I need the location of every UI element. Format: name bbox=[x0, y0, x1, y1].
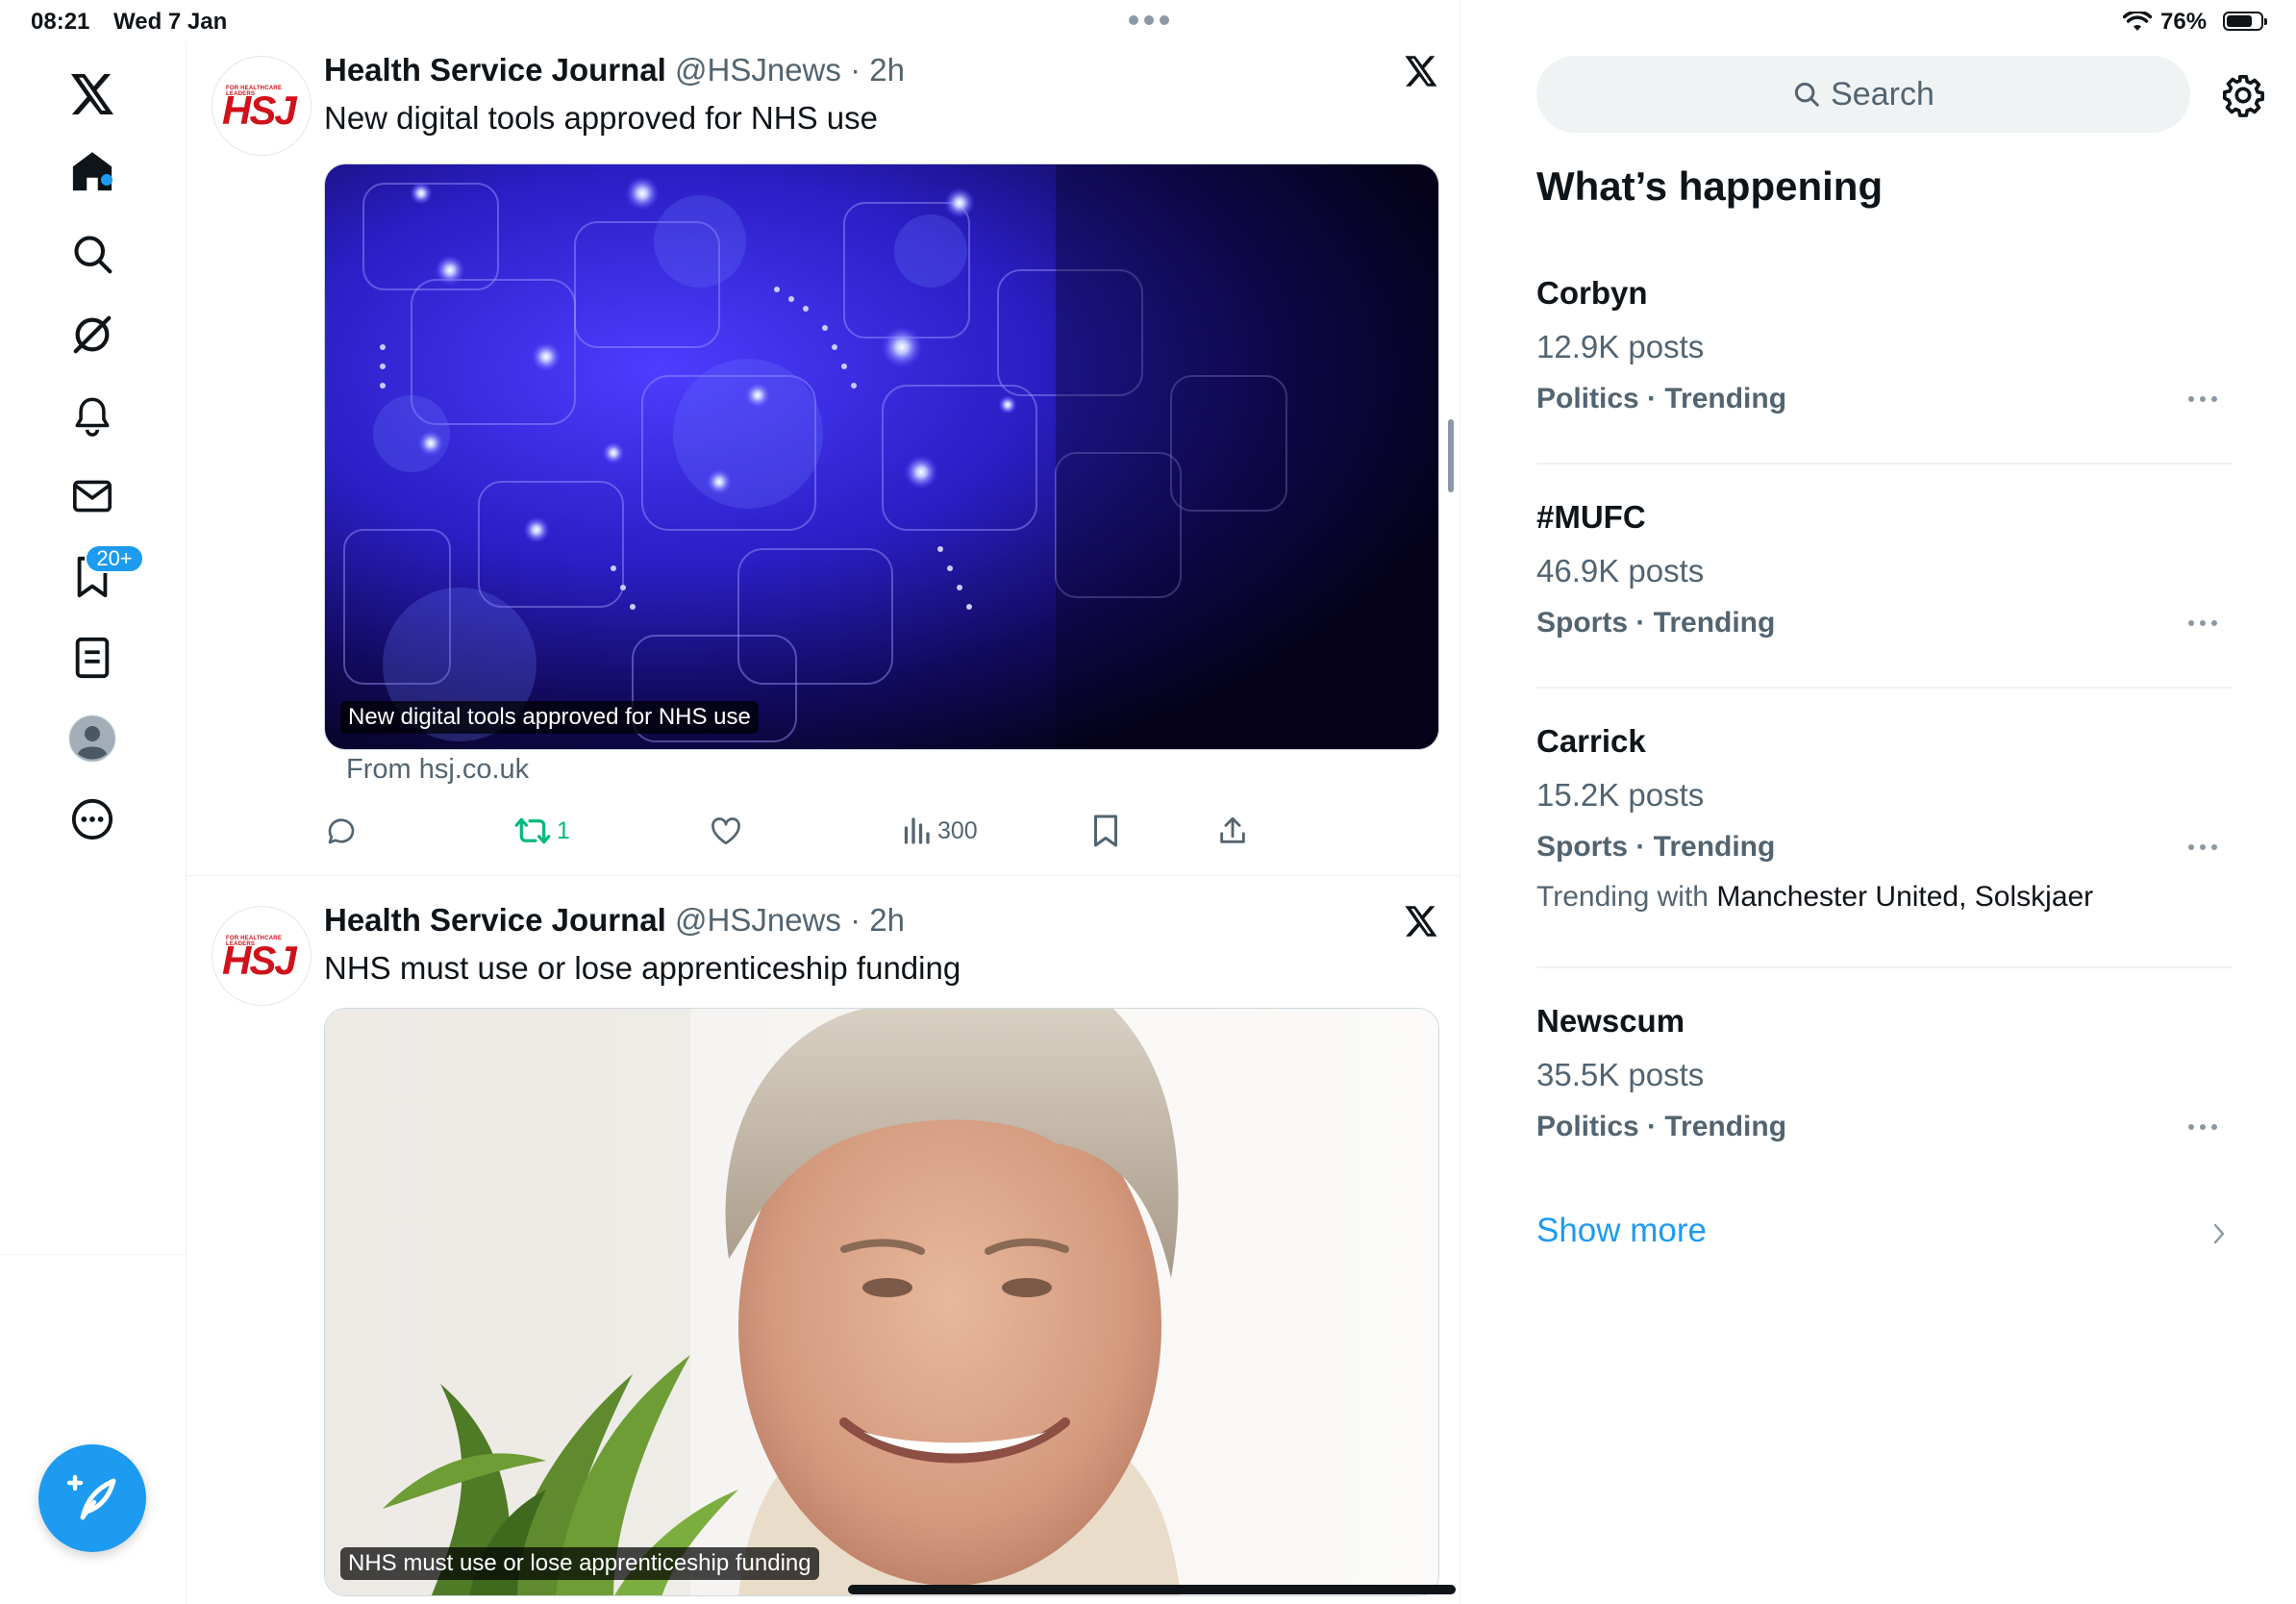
battery-fill bbox=[2227, 15, 2252, 27]
heart-icon bbox=[711, 817, 740, 845]
messages-envelope-icon[interactable] bbox=[63, 467, 121, 525]
trend-name: #MUFC bbox=[1536, 499, 1646, 535]
author-handle[interactable]: @HSJnews bbox=[675, 902, 841, 938]
x-logo-icon[interactable] bbox=[63, 65, 121, 123]
repost-button[interactable]: 1 bbox=[514, 812, 570, 850]
post-text: New digital tools approved for NHS use bbox=[324, 100, 878, 136]
trending-with: Trending with Manchester United, Solskja… bbox=[1536, 881, 2094, 913]
repost-count: 1 bbox=[557, 816, 570, 844]
profile-avatar-icon[interactable] bbox=[63, 710, 121, 767]
notifications-badge: 20+ bbox=[85, 544, 144, 573]
trend-name: Newscum bbox=[1536, 1003, 1685, 1039]
author-avatar[interactable]: FOR HEALTHCARE LEADERS HSJ bbox=[212, 906, 312, 1006]
search-icon bbox=[1795, 82, 1819, 107]
trend-divider bbox=[1536, 687, 2233, 689]
home-indicator[interactable] bbox=[848, 1585, 1456, 1594]
hsj-logo: HSJ bbox=[222, 88, 297, 133]
link-source[interactable]: From hsj.co.uk bbox=[346, 754, 529, 786]
bookmark-icon bbox=[1094, 815, 1117, 847]
battery-percent: 76% bbox=[2160, 9, 2208, 35]
nav-divider bbox=[0, 1254, 186, 1255]
share-button[interactable] bbox=[1216, 812, 1249, 850]
x-source-icon[interactable] bbox=[1404, 54, 1438, 88]
repost-icon bbox=[514, 817, 551, 844]
post-header: Health Service Journal @HSJnews · 2h bbox=[324, 902, 905, 938]
author-name[interactable]: Health Service Journal bbox=[324, 902, 666, 938]
post-card[interactable]: FOR HEALTHCARE LEADERS HSJ Health Servic… bbox=[187, 27, 1460, 847]
author-name[interactable]: Health Service Journal bbox=[324, 52, 666, 88]
left-nav bbox=[0, 42, 187, 1254]
author-avatar[interactable]: FOR HEALTHCARE LEADERS HSJ bbox=[212, 56, 312, 156]
reply-button[interactable] bbox=[324, 812, 359, 850]
post-card[interactable]: FOR HEALTHCARE LEADERS HSJ Health Servic… bbox=[187, 877, 1460, 1604]
post-media-image[interactable]: NHS must use or lose apprenticeship fund… bbox=[324, 1008, 1439, 1596]
trend-divider bbox=[1536, 966, 2233, 968]
multitasking-dots-icon[interactable] bbox=[1127, 13, 1171, 27]
post-divider bbox=[187, 875, 1460, 876]
more-options-icon[interactable] bbox=[63, 790, 121, 848]
post-text: NHS must use or lose apprenticeship fund… bbox=[324, 950, 961, 986]
trend-more-icon[interactable] bbox=[2186, 842, 2219, 852]
post-age[interactable]: 2h bbox=[869, 902, 905, 938]
media-caption: New digital tools approved for NHS use bbox=[340, 701, 759, 734]
trend-more-icon[interactable] bbox=[2186, 1122, 2219, 1132]
chevron-right-icon[interactable] bbox=[2211, 1221, 2227, 1246]
author-handle[interactable]: @HSJnews bbox=[675, 52, 841, 88]
trend-post-count: 15.2K posts bbox=[1536, 777, 1705, 813]
settings-gear-icon[interactable] bbox=[2221, 73, 2265, 117]
search-input[interactable]: Search bbox=[1536, 56, 2190, 133]
search-placeholder: Search bbox=[1831, 75, 1934, 113]
reply-icon bbox=[328, 818, 355, 844]
share-icon bbox=[1220, 816, 1245, 843]
portrait-photo bbox=[325, 1009, 1438, 1595]
post-header: Health Service Journal @HSJnews · 2h bbox=[324, 52, 905, 88]
trend-more-icon[interactable] bbox=[2186, 618, 2219, 628]
trending-with-topics[interactable]: Manchester United, Solskjaer bbox=[1716, 881, 2093, 913]
digital-circuit-image bbox=[325, 164, 1438, 749]
views-count: 300 bbox=[937, 816, 978, 844]
hsj-logo: HSJ bbox=[222, 938, 297, 983]
home-icon[interactable] bbox=[63, 142, 121, 200]
post-actions: 1 300 bbox=[324, 812, 1439, 850]
compose-post-button[interactable] bbox=[38, 1444, 146, 1552]
status-time: 08:21 bbox=[31, 9, 90, 35]
show-more-link[interactable]: Show more bbox=[1536, 1212, 1707, 1250]
trend-divider bbox=[1536, 463, 2233, 464]
timeline-scrollbar[interactable] bbox=[1448, 419, 1454, 492]
home-unread-dot bbox=[101, 174, 112, 186]
like-button[interactable] bbox=[709, 812, 743, 850]
trend-name: Corbyn bbox=[1536, 275, 1648, 311]
trend-item[interactable]: Corbyn 12.9K posts Politics · Trending bbox=[1536, 275, 2233, 439]
trend-item[interactable]: #MUFC 46.9K posts Sports · Trending bbox=[1536, 499, 2233, 663]
trend-post-count: 46.9K posts bbox=[1536, 553, 1705, 589]
trend-post-count: 12.9K posts bbox=[1536, 329, 1705, 364]
trend-post-count: 35.5K posts bbox=[1536, 1057, 1705, 1092]
trend-category: Politics · Trending bbox=[1536, 1111, 1787, 1142]
lists-icon[interactable] bbox=[63, 629, 121, 687]
whats-happening-heading: What’s happening bbox=[1536, 163, 1884, 209]
trend-item[interactable]: Carrick 15.2K posts Sports · Trending Tr… bbox=[1536, 723, 2233, 935]
notifications-bell-icon[interactable] bbox=[63, 387, 121, 444]
media-caption: NHS must use or lose apprenticeship fund… bbox=[340, 1547, 819, 1580]
trend-more-icon[interactable] bbox=[2186, 394, 2219, 404]
views-chart-icon bbox=[904, 817, 930, 844]
grok-icon[interactable] bbox=[63, 306, 121, 363]
trend-category: Politics · Trending bbox=[1536, 383, 1787, 414]
battery-icon bbox=[2223, 12, 2267, 31]
x-source-icon[interactable] bbox=[1404, 904, 1438, 939]
trend-name: Carrick bbox=[1536, 723, 1646, 759]
compose-feather-icon bbox=[66, 1474, 116, 1520]
search-icon[interactable] bbox=[63, 225, 121, 283]
trend-item[interactable]: Newscum 35.5K posts Politics · Trending bbox=[1536, 1003, 2233, 1166]
views-button[interactable]: 300 bbox=[901, 812, 978, 850]
post-media-image[interactable]: New digital tools approved for NHS use bbox=[324, 163, 1439, 750]
trend-category: Sports · Trending bbox=[1536, 831, 1776, 863]
trend-category: Sports · Trending bbox=[1536, 607, 1776, 639]
wifi-icon bbox=[2123, 12, 2152, 33]
post-age[interactable]: 2h bbox=[869, 52, 905, 88]
bookmark-button[interactable] bbox=[1091, 812, 1120, 850]
